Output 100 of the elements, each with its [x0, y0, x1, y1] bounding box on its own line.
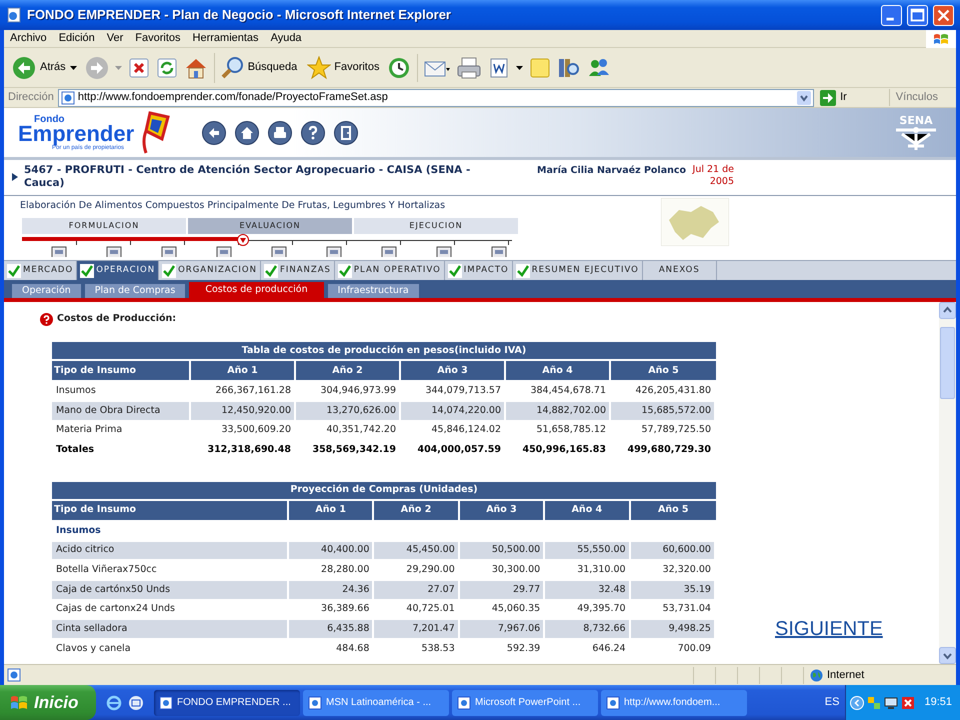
language-indicator[interactable]: ES [824, 694, 840, 711]
table-cell: 60,600.00 [630, 542, 716, 560]
sub-tab[interactable]: Costos de producción [189, 282, 324, 298]
sena-logo-icon [894, 126, 938, 150]
links-button[interactable]: Vínculos [888, 89, 952, 106]
page-icon [60, 90, 75, 104]
section-title: Costos de Producción: [57, 312, 176, 326]
arrow-icon [820, 90, 836, 106]
back-button[interactable]: Atrás [10, 52, 79, 82]
chevron-icon[interactable] [850, 696, 864, 710]
stop-icon[interactable] [128, 56, 150, 78]
table-cell: 28,280.00 [289, 561, 374, 580]
table-cell: Totales [52, 441, 191, 459]
table-cell: 33,500,609.20 [191, 422, 296, 440]
table-cell: 6,435.88 [289, 620, 374, 638]
logo-text: Emprender [18, 122, 136, 144]
table-cell: 404,000,057.59 [401, 441, 506, 459]
sena-logo-text: SENA [899, 115, 933, 126]
favorites-button[interactable]: Favoritos [305, 52, 382, 82]
window-title: FONDO EMPRENDER - Plan de Negocio - Microsoft Internet Explorer [27, 6, 452, 24]
table-cell: 49,395.70 [545, 600, 631, 618]
table-cell: 36,389.66 [289, 600, 374, 618]
home-icon[interactable] [235, 120, 259, 144]
go-button[interactable]: Ir [818, 89, 849, 106]
phase-tab[interactable]: EVALUACION [188, 218, 352, 234]
column-header: Año 5 [611, 361, 716, 380]
table-title: Proyección de Compras (Unidades) [52, 482, 716, 501]
table-cell: 426,205,431.80 [611, 382, 716, 400]
window-icon [159, 696, 173, 710]
logo-text: Fondo [33, 114, 66, 124]
column-header: Año 1 [289, 501, 374, 520]
menu-item[interactable]: Archivo [4, 30, 53, 47]
table-cell: Insumos [52, 382, 191, 400]
table-cell: 57,789,725.50 [611, 422, 716, 440]
table-cell: 55,550.00 [545, 542, 631, 560]
table-cell: 53,731.04 [630, 600, 716, 618]
phase-tab[interactable]: FORMULACION [22, 218, 186, 234]
scroll-thumb[interactable] [940, 327, 955, 399]
close-button[interactable] [933, 4, 954, 26]
table-cell: 31,310.00 [545, 561, 631, 580]
dropdown-icon[interactable] [797, 90, 812, 104]
menu-item[interactable]: Favoritos [129, 30, 187, 47]
table-cell: 14,074,220.00 [401, 402, 506, 420]
table-cell: 538.53 [374, 640, 460, 658]
kite-logo-icon [140, 110, 170, 154]
module-tab[interactable]: OPERACION [77, 261, 160, 280]
shield-icon[interactable] [901, 696, 916, 710]
address-field[interactable]: http://www.fondoemprender.com/fonade/ProyectoFrameSet.asp [58, 88, 814, 106]
history-icon[interactable] [387, 56, 412, 80]
caret-icon [70, 66, 77, 70]
table-cell: 29.77 [460, 581, 546, 599]
next-link[interactable]: SIGUIENTE [775, 614, 883, 644]
table-cell: Materia Prima [52, 422, 191, 440]
start-button[interactable]: Inicio [0, 685, 96, 720]
table-cell: 646.24 [545, 640, 631, 658]
computer-icon[interactable] [884, 696, 898, 710]
door-icon[interactable] [334, 120, 358, 144]
window-icon [308, 696, 322, 710]
maximize-button[interactable] [907, 4, 928, 26]
page-icon [7, 668, 21, 682]
taskbar-button[interactable]: http://www.fondoem... [601, 690, 747, 716]
taskbar-button[interactable]: FONDO EMPRENDER ... [154, 690, 300, 716]
refresh-icon[interactable] [156, 56, 178, 78]
printer-icon[interactable] [456, 56, 482, 80]
column-header: Año 4 [545, 501, 631, 520]
table-cell: 13,270,626.00 [296, 402, 401, 420]
user-name: María Cilia Narvaéz Polanco [537, 164, 686, 178]
table-cell: 32.48 [545, 581, 631, 599]
menu-item[interactable]: Ayuda [264, 30, 308, 47]
menu-item[interactable]: Herramientas [186, 30, 265, 47]
menu-item[interactable]: Edición [52, 30, 101, 47]
group-label: Insumos [55, 524, 102, 538]
help-icon[interactable] [301, 120, 325, 144]
column-header: Año 2 [374, 501, 460, 520]
star-icon [307, 56, 332, 80]
table-cell: 7,201.47 [374, 620, 460, 638]
table-cell: 266,367,161.28 [191, 382, 296, 400]
table-cell: Clavos y canela [52, 640, 289, 658]
taskbar-button[interactable]: Microsoft PowerPoint ... [452, 690, 598, 716]
printer-icon[interactable] [268, 120, 292, 144]
scroll-up-icon[interactable] [939, 302, 956, 319]
table-cell: 45,846,124.02 [401, 422, 506, 440]
search-icon [220, 56, 245, 80]
minimize-button[interactable] [881, 4, 902, 26]
table-cell: 384,454,678.71 [506, 382, 611, 400]
column-header: Año 3 [401, 361, 506, 380]
browser-icon[interactable] [106, 694, 122, 710]
taskbar-button[interactable]: MSN Latinoamérica - ... [303, 690, 449, 716]
menu-item[interactable]: Ver [100, 30, 130, 47]
search-button[interactable]: Búsqueda [214, 52, 300, 82]
help-icon[interactable] [40, 312, 53, 326]
scroll-down-icon[interactable] [939, 647, 956, 664]
caret-icon [114, 66, 122, 70]
column-header: Año 2 [296, 361, 401, 380]
table-cell: 14,882,702.00 [506, 402, 611, 420]
phase-tab[interactable]: EJECUCION [354, 218, 518, 234]
back-icon[interactable] [202, 120, 226, 144]
table-cell: 15,685,572.00 [611, 402, 716, 420]
table-cell: 592.39 [460, 640, 546, 658]
caret-icon [516, 66, 524, 70]
